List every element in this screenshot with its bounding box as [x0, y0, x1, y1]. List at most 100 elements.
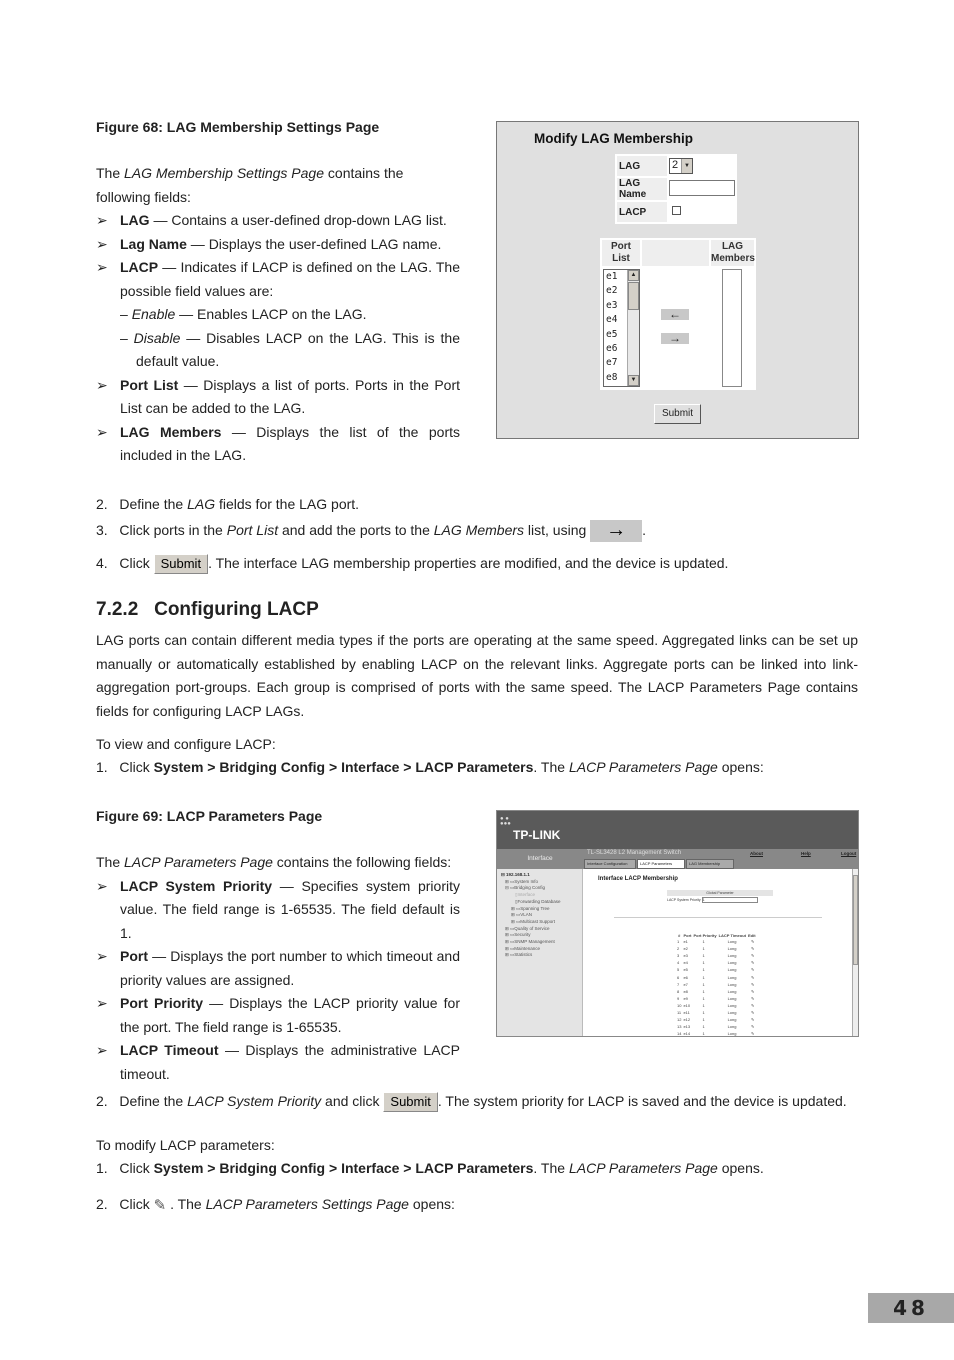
tree-root[interactable]: ⊟ 192.168.1.1	[501, 872, 582, 879]
bullet-arrow-icon: ➢	[96, 235, 108, 252]
table-cell: Long	[727, 974, 737, 980]
table-cell: e3	[683, 953, 688, 959]
port-list-scrollbar[interactable]: ▲ ▼	[627, 270, 639, 386]
tree-item[interactable]: ⊞ ▭Multicast Support	[501, 919, 582, 926]
field-item: ➢ LACP — Indicates if LACP is defined on …	[96, 256, 460, 374]
pencil-edit-icon[interactable]: ✎	[747, 1023, 757, 1030]
tree-item[interactable]: ⊞ ▭Security	[501, 932, 582, 939]
lag-select[interactable]: 2 ▼	[669, 158, 693, 174]
submit-button[interactable]: Submit	[654, 404, 701, 424]
tree-item-selected[interactable]: ▯Interface	[501, 892, 582, 899]
pencil-edit-icon[interactable]: ✎	[747, 988, 757, 995]
table-cell: 1	[702, 981, 705, 987]
lacp-value-disable: – Disable — Disables LACP on the LAG. Th…	[120, 329, 460, 370]
pencil-edit-icon[interactable]: ✎	[747, 1016, 757, 1023]
port-table-row: 13 e13 1 Long ✎	[676, 1023, 757, 1030]
tree-item[interactable]: ⊟ ▭Bridging Config	[501, 885, 582, 892]
tree-item[interactable]: ⊞ ▭SNMP Management	[501, 939, 582, 946]
lag-name-label: LAG Name	[617, 178, 667, 200]
lacp-value-enable: – Enable — Enables LACP on the LAG.	[120, 306, 367, 322]
step-define-lag: 2. Define the LAG fields for the LAG por…	[96, 496, 360, 512]
table-cell: 1	[702, 1009, 705, 1015]
modify-intro: To modify LACP parameters:	[96, 1137, 275, 1153]
table-cell: e1	[683, 939, 688, 945]
scroll-thumb[interactable]	[628, 282, 639, 310]
pencil-edit-icon[interactable]: ✎	[747, 995, 757, 1002]
table-cell: Long	[727, 988, 737, 994]
scroll-thumb[interactable]	[853, 875, 858, 965]
tab-lag-membership[interactable]: LAG Membership	[686, 859, 734, 869]
lag-members-box[interactable]	[722, 269, 742, 387]
help-link[interactable]: Help	[801, 851, 811, 856]
tree-item[interactable]: ⊞ ▭VLAN	[501, 912, 582, 919]
field-item: ➢ LACP Timeout — Displays the administrat…	[96, 1039, 460, 1086]
sys-priority-input[interactable]: 1	[701, 897, 758, 904]
pencil-edit-icon[interactable]: ✎	[747, 938, 757, 945]
sys-priority-label: LACP System Priority	[667, 898, 701, 902]
tree-item[interactable]: ⊞ ▭System Info	[501, 879, 582, 886]
section-heading: 7.2.2 Configuring LACP	[96, 599, 319, 620]
lacp-checkbox[interactable]	[672, 206, 681, 215]
product-name: TL-SL3428 L2 Management Switch	[587, 850, 682, 856]
pencil-edit-icon[interactable]: ✎	[747, 952, 757, 959]
tree-item[interactable]: ⊞ ▭Quality of Service	[501, 926, 582, 933]
chevron-down-icon: ▼	[681, 159, 692, 173]
about-link[interactable]: About	[750, 851, 763, 856]
step-define-priority: 2. Define the LACP System Priority and c…	[96, 1090, 847, 1113]
table-cell: 1	[702, 1024, 705, 1030]
table-cell: Long	[727, 1002, 737, 1008]
port-table-row: 14 e14 1 Long ✎	[676, 1030, 757, 1037]
pencil-edit-icon[interactable]: ✎	[747, 973, 757, 980]
table-cell: 1	[702, 974, 705, 980]
port-list-header: Port List	[602, 240, 640, 266]
tree-item[interactable]: ⊞ ▭Spanning Tree	[501, 906, 582, 913]
scroll-up-icon[interactable]: ▲	[628, 270, 639, 281]
global-parameter-table: Global Parameter LACP System Priority 1	[667, 890, 773, 904]
port-table-row: 7 e7 1 Long ✎	[676, 981, 757, 988]
pencil-edit-icon[interactable]: ✎	[747, 981, 757, 988]
bullet-arrow-icon: ➢	[96, 877, 108, 894]
submit-button-image: Submit	[383, 1092, 438, 1113]
table-cell: e2	[683, 946, 688, 952]
col-header: Port Priority	[693, 932, 717, 938]
submit-button-image: Submit	[153, 554, 209, 575]
pencil-edit-icon[interactable]: ✎	[747, 1030, 757, 1036]
scroll-down-icon[interactable]: ▼	[628, 375, 639, 386]
table-cell: Long	[727, 967, 737, 973]
lag-name-input[interactable]	[669, 179, 735, 196]
pencil-edit-icon[interactable]: ✎	[747, 1009, 757, 1016]
pencil-edit-icon[interactable]: ✎	[747, 945, 757, 952]
logout-link[interactable]: Logout	[841, 851, 856, 856]
pencil-edit-icon[interactable]: ✎	[747, 1002, 757, 1009]
bullet-arrow-icon: ➢	[96, 423, 108, 440]
bullet-arrow-icon: ➢	[96, 376, 108, 393]
table-cell: 1	[702, 939, 705, 945]
table-cell: Long	[727, 953, 737, 959]
table-cell: 1	[702, 967, 705, 973]
figure-69-description: The LACP Parameters Page contains the fo…	[96, 851, 460, 1086]
add-to-lag-button[interactable]: →	[661, 332, 689, 344]
tree-item[interactable]: ⊞ ▭Statistics	[501, 952, 582, 959]
tree-item[interactable]: ⊞ ▭Maintenance	[501, 946, 582, 953]
bullet-arrow-icon: ➢	[96, 1042, 108, 1058]
content-scrollbar[interactable]	[852, 869, 858, 1036]
content-area: Interface LACP Membership Global Paramet…	[584, 869, 854, 1037]
port-table-row: 9 e9 1 Long ✎	[676, 995, 757, 1002]
add-arrow-button-image: →	[590, 520, 643, 543]
port-list-box[interactable]: e1 e2 e3 e4 e5 e6 e7 e8 ▲ ▼	[603, 269, 640, 387]
remove-from-lag-button[interactable]: ←	[661, 308, 689, 320]
field-item: ➢ Port List — Displays a list of ports. P…	[96, 374, 460, 421]
table-cell: Long	[727, 1009, 737, 1015]
port-table-row: 4 e4 1 Long ✎	[676, 959, 757, 966]
bullet-arrow-icon: ➢	[96, 212, 108, 228]
tab-lacp-parameters[interactable]: LACP Parameters	[637, 859, 685, 869]
table-cell: Long	[727, 1031, 737, 1037]
port-selection-panel: Port List LAG Members e1 e2 e3 e4 e5 e6 e7…	[600, 238, 756, 390]
tree-item[interactable]: ▯Forwarding Database	[501, 899, 582, 906]
pencil-edit-icon[interactable]: ✎	[747, 959, 757, 966]
table-cell: 1	[702, 1002, 705, 1008]
pencil-edit-icon[interactable]: ✎	[747, 966, 757, 973]
table-cell: e6	[683, 974, 688, 980]
tab-interface-configuration[interactable]: Interface Configuration	[584, 859, 636, 869]
table-cell: e7	[683, 981, 688, 987]
